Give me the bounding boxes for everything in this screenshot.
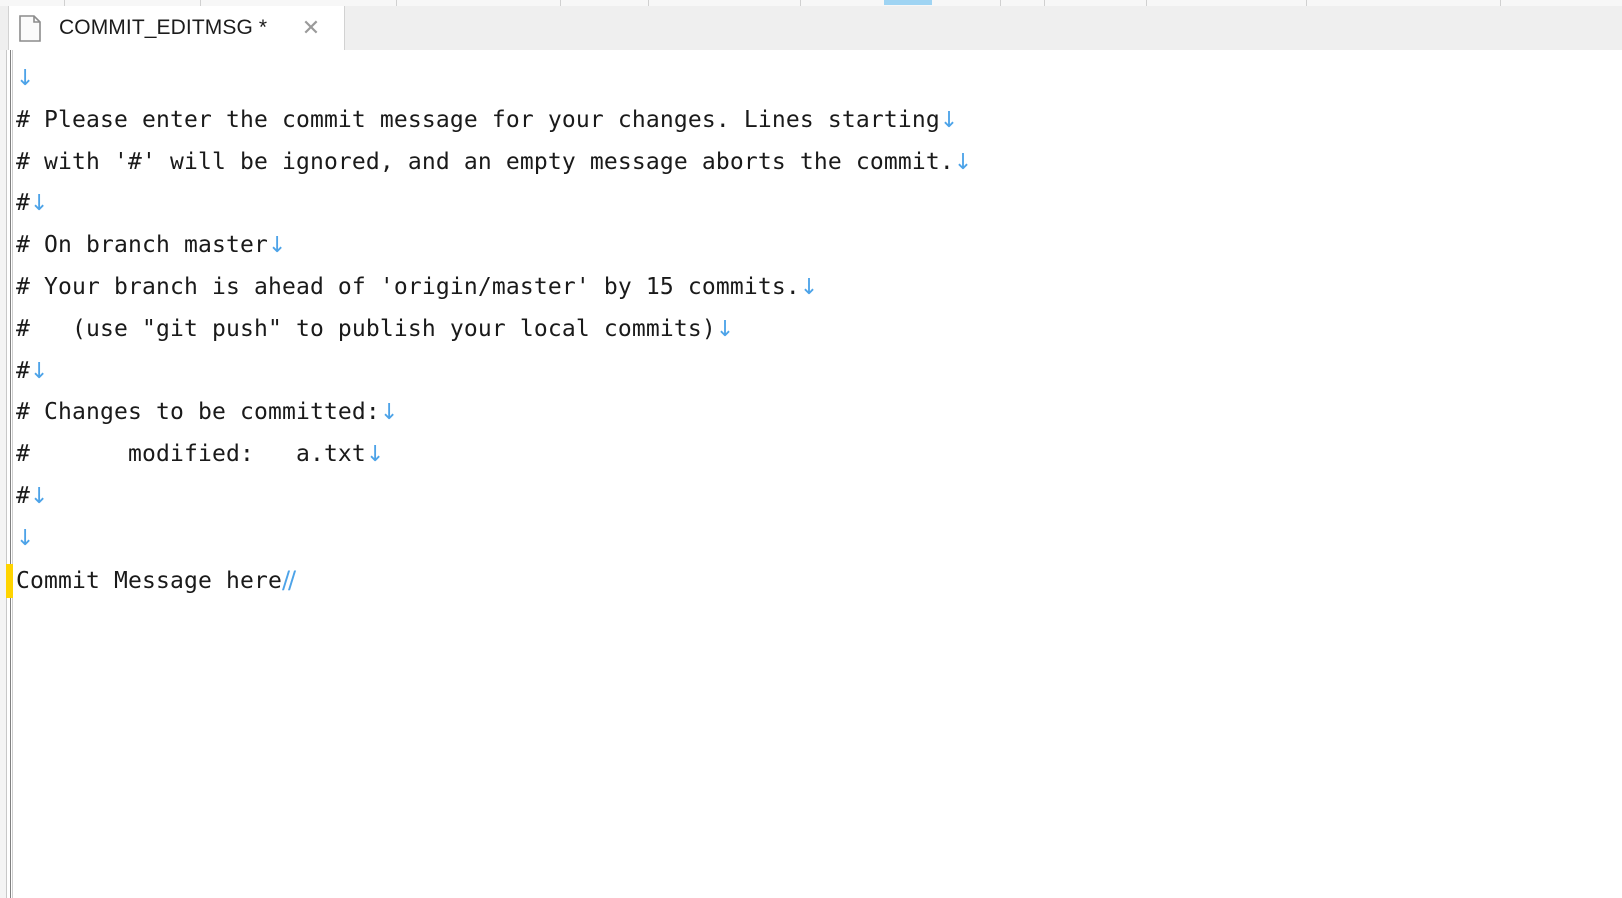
- code-line[interactable]: # Changes to be committed:↓: [16, 392, 1622, 434]
- eol-marker-icon: ↓: [16, 525, 35, 551]
- code-line[interactable]: Commit Message here//: [6, 560, 1622, 602]
- eol-marker-icon: ↓: [365, 442, 385, 468]
- code-line[interactable]: # On branch master↓: [16, 225, 1622, 267]
- code-line[interactable]: # Please enter the commit message for yo…: [16, 100, 1622, 142]
- toolbar-active-segment[interactable]: [884, 0, 932, 5]
- eol-marker-icon: ↓: [379, 400, 399, 426]
- code-line[interactable]: # modified: a.txt↓: [16, 434, 1622, 476]
- code-line[interactable]: # Your branch is ahead of 'origin/master…: [16, 267, 1622, 309]
- tab-bar: COMMIT_EDITMSG * ✕: [0, 6, 1622, 51]
- tab-commit-editmsg[interactable]: COMMIT_EDITMSG * ✕: [8, 6, 345, 50]
- eol-marker-icon: ↓: [715, 316, 735, 342]
- code-line[interactable]: #↓: [16, 183, 1622, 225]
- file-icon: [19, 14, 41, 42]
- code-line-text: Commit Message here: [16, 567, 282, 594]
- code-line[interactable]: ↓: [16, 58, 1622, 100]
- code-line[interactable]: ↓: [16, 518, 1622, 560]
- eol-marker-icon: ↓: [30, 483, 49, 509]
- tab-title: COMMIT_EDITMSG: [59, 16, 253, 39]
- code-line-text: #: [16, 357, 30, 384]
- code-line-text: # On branch master: [16, 232, 268, 259]
- modified-line-marker: [6, 563, 13, 598]
- eol-marker-icon: ↓: [939, 107, 959, 133]
- code-line[interactable]: # with '#' will be ignored, and an empty…: [16, 142, 1622, 184]
- editor-window: COMMIT_EDITMSG * ✕ ↓ # Please enter the c…: [0, 0, 1622, 898]
- close-icon[interactable]: ✕: [300, 17, 322, 39]
- tab-dirty-indicator: *: [258, 16, 268, 39]
- code-line-text: # with '#' will be ignored, and an empty…: [16, 148, 954, 175]
- eol-marker-icon: ↓: [30, 191, 49, 217]
- code-line[interactable]: # (use "git push" to publish your local …: [16, 309, 1622, 351]
- code-line-text: #: [16, 482, 30, 509]
- left-panel-sliver: [0, 50, 7, 898]
- eol-marker-icon: ↓: [16, 66, 35, 91]
- eof-marker-icon: //: [281, 565, 296, 594]
- code-line-text: # (use "git push" to publish your local …: [16, 315, 716, 342]
- eol-marker-icon: ↓: [953, 149, 973, 175]
- code-line-text: # Changes to be committed:: [16, 399, 380, 426]
- editor-left-border: [10, 50, 11, 898]
- code-line[interactable]: #↓: [16, 476, 1622, 518]
- eol-marker-icon: ↓: [30, 358, 49, 384]
- code-line-text: # Please enter the commit message for yo…: [16, 106, 940, 133]
- code-content[interactable]: ↓ # Please enter the commit message for y…: [6, 58, 1622, 898]
- code-line-text: #: [16, 190, 30, 217]
- editor-left-border-inner: [12, 50, 13, 898]
- code-line-text: # modified: a.txt: [16, 441, 366, 468]
- code-line[interactable]: #↓: [16, 351, 1622, 393]
- code-line-text: # Your branch is ahead of 'origin/master…: [16, 273, 800, 300]
- eol-marker-icon: ↓: [267, 233, 287, 259]
- eol-marker-icon: ↓: [799, 274, 819, 300]
- text-editor-area[interactable]: ↓ # Please enter the commit message for y…: [0, 50, 1622, 898]
